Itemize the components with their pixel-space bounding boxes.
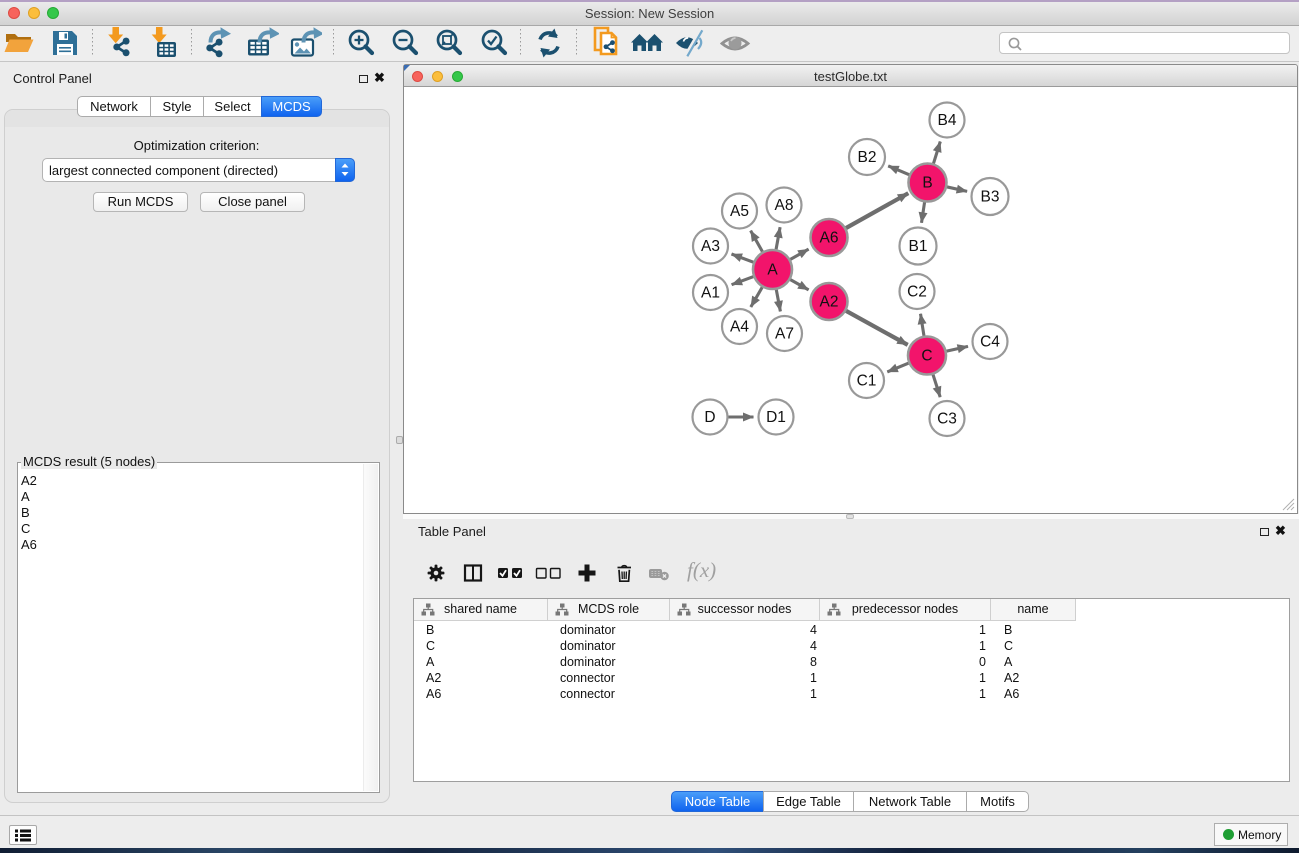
svg-text:C: C	[921, 348, 932, 365]
svg-text:C4: C4	[980, 334, 1000, 351]
svg-text:C3: C3	[937, 411, 957, 428]
svg-text:B: B	[922, 175, 932, 192]
svg-text:A4: A4	[730, 319, 749, 336]
svg-text:B1: B1	[909, 238, 928, 255]
svg-text:B3: B3	[981, 189, 1000, 206]
svg-text:B4: B4	[938, 112, 957, 129]
svg-text:A8: A8	[775, 197, 794, 214]
svg-text:C2: C2	[907, 284, 927, 301]
svg-text:A7: A7	[775, 326, 794, 343]
svg-text:D1: D1	[766, 409, 786, 426]
svg-text:A1: A1	[701, 285, 720, 302]
svg-text:A2: A2	[820, 294, 839, 311]
svg-text:A3: A3	[701, 238, 720, 255]
svg-text:A5: A5	[730, 203, 749, 220]
svg-text:A6: A6	[820, 230, 839, 247]
svg-text:D: D	[704, 409, 715, 426]
svg-text:A: A	[767, 262, 778, 279]
svg-text:B2: B2	[858, 149, 877, 166]
svg-text:C1: C1	[857, 373, 877, 390]
